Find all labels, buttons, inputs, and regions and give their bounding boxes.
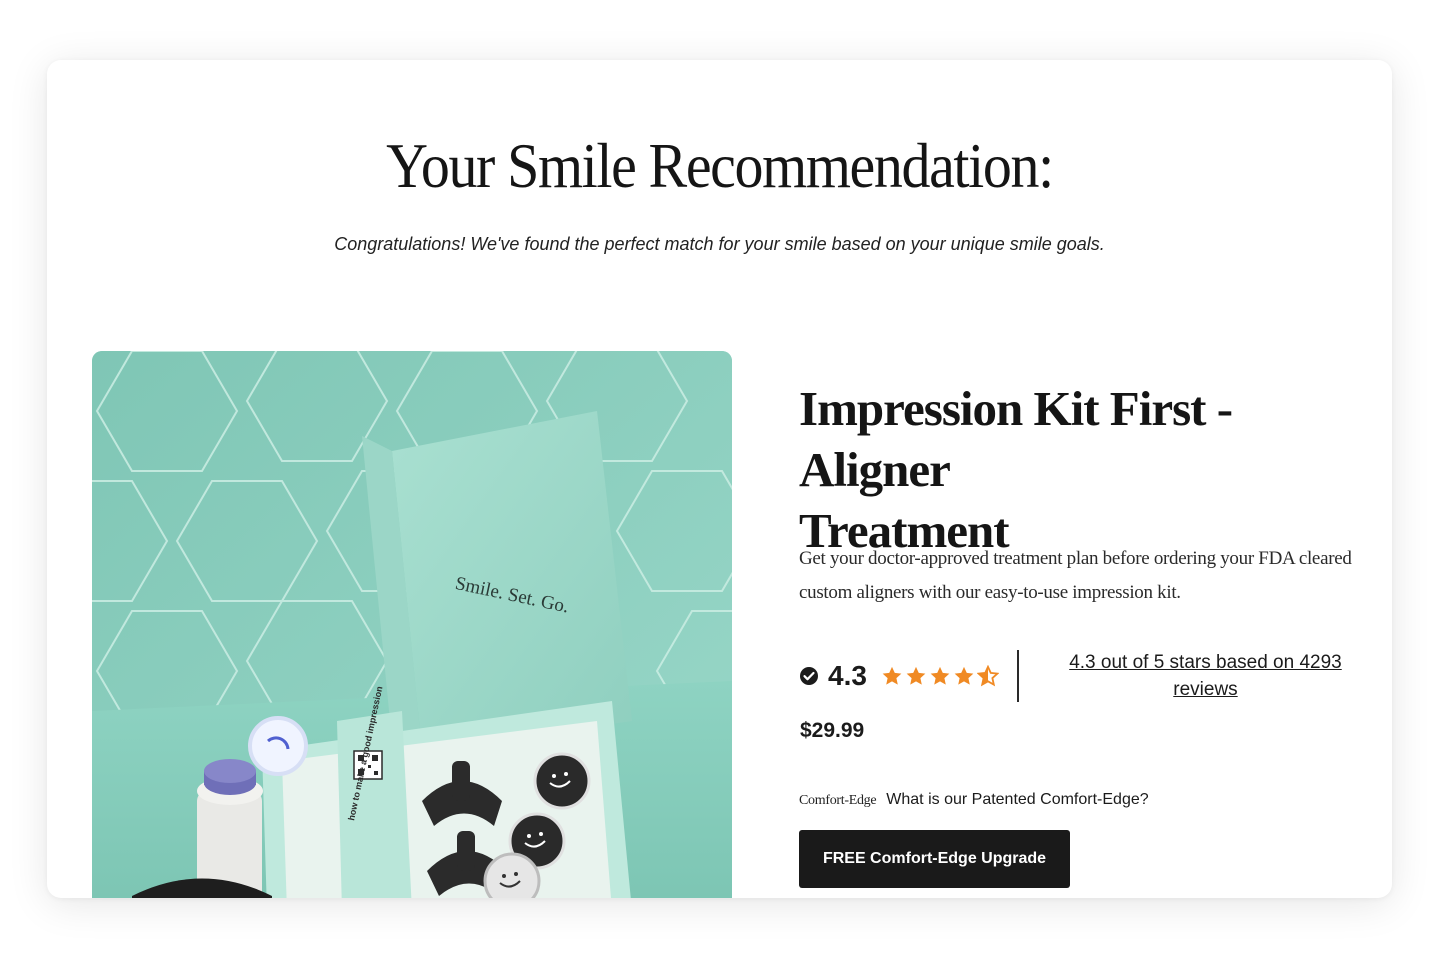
verified-check-icon [799, 666, 819, 686]
page-title: Your Smile Recommendation: [386, 131, 1054, 201]
product-image: Smile. Set. Go. how to make a good impre… [92, 351, 732, 898]
comfort-edge-row: Comfort-Edge What is our Patented Comfor… [799, 791, 1149, 809]
rating-value: 4.3 [828, 660, 867, 691]
star-rating [881, 665, 999, 687]
product-description: Get your doctor-approved treatment plan … [799, 548, 1352, 603]
product-title-line1: Impression Kit First - Aligner [799, 381, 1233, 497]
star-icon [882, 666, 902, 685]
comfort-edge-upgrade-button[interactable]: FREE Comfort-Edge Upgrade [799, 830, 1070, 888]
reviews-link[interactable]: 4.3 out of 5 stars based on 4293 reviews [1037, 649, 1374, 703]
half-star-icon [976, 665, 999, 687]
recommendation-card: Your Smile Recommendation: Congratulatio… [47, 60, 1392, 898]
rating-row: 4.3 4.3 out of 5 stars based on 4293 rev… [799, 650, 1374, 702]
product-title: Impression Kit First - Aligner Treatment [799, 378, 1369, 561]
page-subtitle: Congratulations! We've found the perfect… [334, 234, 1105, 254]
star-icon [906, 666, 926, 685]
star-icon [954, 666, 974, 685]
product-price: $29.99 [800, 719, 865, 742]
star-icon [930, 666, 950, 685]
rating-divider [1016, 650, 1019, 702]
comfort-edge-info-link[interactable]: What is our Patented Comfort-Edge? [886, 791, 1148, 809]
comfort-edge-logo: Comfort-Edge [799, 793, 877, 808]
